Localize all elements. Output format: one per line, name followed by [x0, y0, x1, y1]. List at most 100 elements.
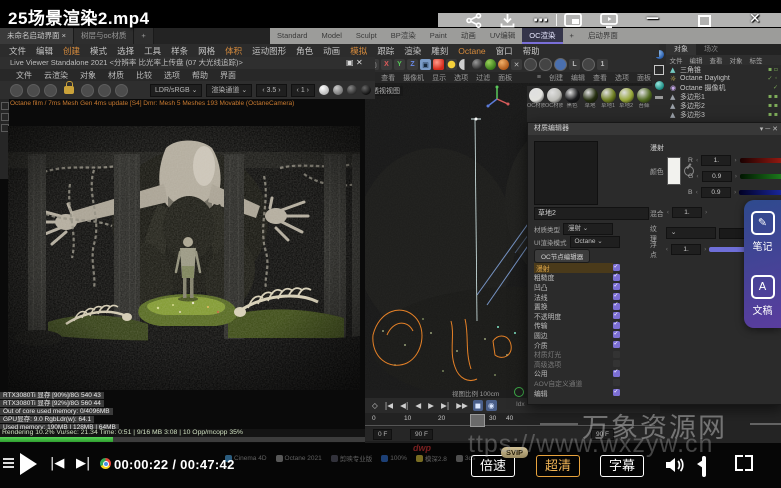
close-icon[interactable]: ✕: [749, 11, 761, 27]
render-pass-dropdown[interactable]: 渲染通道 ⌄: [206, 84, 252, 97]
layout-tab[interactable]: 启动界面: [581, 28, 625, 44]
channel-checkbox[interactable]: [613, 341, 620, 348]
transport-button[interactable]: ▶: [426, 400, 436, 411]
menu-item[interactable]: 网格: [193, 45, 220, 57]
channel-checkbox[interactable]: [613, 370, 620, 377]
channel-row[interactable]: 材质灯光: [534, 349, 646, 359]
material-swatch[interactable]: 草地: [581, 88, 599, 110]
transport-button[interactable]: ◀|: [398, 400, 410, 411]
lv-pause-icon[interactable]: [27, 84, 40, 97]
material-ball-dark-icon[interactable]: [347, 85, 357, 95]
more-icon[interactable]: ⋯: [533, 11, 549, 29]
frame-end-field[interactable]: 90 F: [410, 429, 433, 440]
minimize-icon[interactable]: —: [646, 11, 659, 26]
material-swatch[interactable]: OC材质: [527, 88, 545, 110]
playlist-queue-icon[interactable]: [3, 458, 16, 471]
viewport-menu-item[interactable]: 选项: [611, 73, 633, 83]
channel-checkbox[interactable]: [613, 351, 620, 358]
edit-render-settings-button[interactable]: [459, 59, 470, 70]
channel-checkbox[interactable]: [613, 379, 620, 386]
b-value-field[interactable]: 0.9: [701, 187, 731, 198]
rotate-tool-icon[interactable]: [554, 58, 567, 71]
g-slider[interactable]: [740, 174, 781, 179]
render-scene[interactable]: [8, 126, 360, 390]
menu-item[interactable]: 运动图形: [247, 45, 291, 57]
share-icon[interactable]: [466, 13, 482, 28]
menu-item[interactable]: 雕刻: [426, 45, 453, 57]
viewport-menu-item[interactable]: 查看: [377, 73, 399, 83]
refresh-icon[interactable]: [514, 387, 524, 397]
exposure-spinner[interactable]: ‹ 1 ›: [291, 84, 315, 97]
lv-maximize-icon[interactable]: ▣: [346, 57, 354, 69]
lv-menu-item[interactable]: 界面: [214, 70, 242, 81]
viewport-menu-item[interactable]: 摄像机: [399, 73, 428, 83]
layout-tab[interactable]: OC渲染: [522, 28, 562, 44]
next-button[interactable]: ▶|: [76, 456, 90, 471]
lv-menu-item[interactable]: 文件: [10, 70, 38, 81]
previous-button[interactable]: |◀: [50, 456, 64, 471]
menu-item[interactable]: 窗口: [491, 45, 518, 57]
menu-item[interactable]: 体积: [220, 45, 247, 57]
channel-checkbox[interactable]: [613, 312, 620, 319]
viewport-menu-item[interactable]: 面板: [494, 73, 516, 83]
layout-tab[interactable]: Paint: [423, 28, 454, 44]
g-value-field[interactable]: 0.9: [702, 171, 732, 182]
close-tool-icon[interactable]: ✕: [511, 59, 522, 70]
menu-item[interactable]: 模拟: [345, 45, 372, 57]
object-manager-menu-item[interactable]: 编辑: [686, 55, 706, 65]
lv-close-icon[interactable]: ✕: [356, 57, 363, 69]
material-swatch[interactable]: OC材质1: [545, 88, 563, 110]
lv-menu-item[interactable]: 比较: [130, 70, 158, 81]
viewport-menu-item[interactable]: 创建: [545, 73, 567, 83]
video-player[interactable]: 未命名启动界面 ×树层与oc材质+ StandardModelSculptBP渲…: [0, 0, 781, 488]
channel-checkbox[interactable]: [613, 274, 620, 281]
download-icon[interactable]: [500, 13, 515, 28]
fullscreen-icon[interactable]: [735, 455, 753, 471]
object-tags[interactable]: ✓: [773, 84, 781, 91]
object-tags[interactable]: ▪ ▪: [768, 111, 781, 118]
channel-checkbox[interactable]: [613, 264, 620, 271]
channel-checkbox[interactable]: [613, 293, 620, 300]
channel-row[interactable]: 置换: [534, 301, 646, 311]
material-editor-titlebar[interactable]: 材质编辑器: [528, 123, 781, 135]
material-ball-white-icon[interactable]: [319, 85, 329, 95]
lv-menu-item[interactable]: 选项: [158, 70, 186, 81]
object-manager-menu-item[interactable]: 查看: [706, 55, 726, 65]
maximize-icon[interactable]: [698, 15, 711, 27]
colorspace-dropdown[interactable]: LDR/sRGB ⌄: [150, 84, 202, 97]
object-tags[interactable]: ▪ ▪: [768, 102, 781, 109]
play-button[interactable]: [20, 453, 37, 475]
layout-tab[interactable]: Model: [314, 28, 348, 44]
transport-button[interactable]: ◼: [473, 400, 483, 411]
menu-item[interactable]: 动画: [318, 45, 345, 57]
channel-row[interactable]: 漫射: [534, 263, 646, 273]
lv-menu-item[interactable]: 帮助: [186, 70, 214, 81]
menu-item[interactable]: 创建: [58, 45, 85, 57]
material-type-dropdown[interactable]: 漫射 ⌄: [563, 223, 613, 235]
channel-row[interactable]: 圆边: [534, 330, 646, 340]
menu-item[interactable]: 渲染: [399, 45, 426, 57]
layout-tab[interactable]: Sculpt: [349, 28, 384, 44]
transport-button[interactable]: ▶▶: [454, 400, 470, 411]
object-manager-tab[interactable]: 场次: [696, 44, 726, 55]
lock-icon[interactable]: [64, 86, 74, 94]
viewport-menu-item[interactable]: 显示: [428, 73, 450, 83]
material-ball-gray-icon[interactable]: [333, 85, 343, 95]
timeline-playhead[interactable]: [470, 414, 485, 427]
color-swatch[interactable]: [667, 157, 681, 185]
cube-icon[interactable]: [654, 65, 664, 75]
document-tab[interactable]: 未命名启动界面 ×: [0, 28, 74, 44]
menu-item[interactable]: Octane: [453, 46, 490, 56]
material-ball-black-icon[interactable]: [361, 85, 371, 95]
volume-icon[interactable]: [664, 456, 686, 479]
channel-checkbox[interactable]: [613, 389, 620, 396]
frame-start-field[interactable]: 0 F: [373, 429, 392, 440]
z-axis-button[interactable]: Z: [407, 59, 418, 70]
move-tool-icon[interactable]: [524, 58, 537, 71]
notes-panel-item[interactable]: A 文稿: [751, 275, 775, 317]
sphere-icon[interactable]: [655, 81, 664, 90]
menu-item[interactable]: 编辑: [31, 45, 58, 57]
channel-row[interactable]: 法线: [534, 292, 646, 302]
history-back-icon[interactable]: [582, 58, 595, 71]
render-settings-button[interactable]: [446, 59, 457, 70]
